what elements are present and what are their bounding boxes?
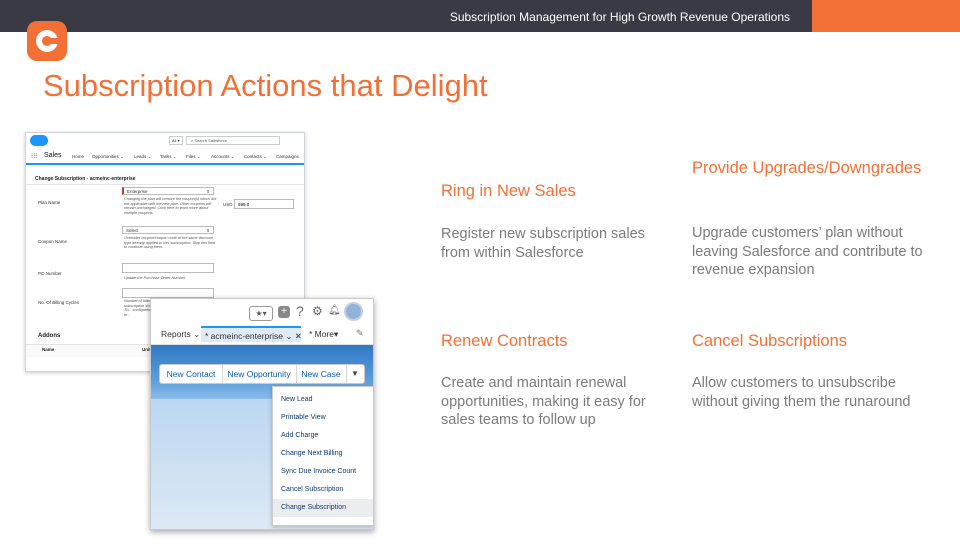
po-number-help: Update the Purchase Order Number.: [124, 276, 186, 280]
nav-item-accounts[interactable]: Accounts ⌄: [211, 154, 235, 160]
addons-section-title: Addons: [38, 333, 61, 339]
feature-title-renew: Renew Contracts: [441, 332, 568, 350]
billing-cycles-input[interactable]: [122, 288, 214, 298]
global-actions-plus-icon[interactable]: +: [278, 306, 290, 318]
menu-item-add-charge[interactable]: Add Charge: [273, 427, 373, 445]
nav-item-home[interactable]: Home: [72, 154, 84, 159]
tab-acmeinc-enterprise[interactable]: * acmeinc-enterprise ⌄ ✕: [201, 326, 302, 342]
app-launcher-icon[interactable]: ⁝⁝⁝: [31, 152, 38, 160]
action-button-group: New Contact New Opportunity New Case ▼: [159, 364, 365, 384]
setup-gear-icon[interactable]: ⚙: [312, 304, 323, 318]
avatar[interactable]: [344, 302, 363, 321]
new-case-button[interactable]: New Case: [296, 365, 347, 383]
menu-item-change-next-billing[interactable]: Change Next Billing: [273, 445, 373, 463]
salesforce-nav-bar: ⁝⁝⁝ Sales Home Opportunities ⌄ Leads ⌄ T…: [26, 149, 304, 165]
edit-pencil-icon[interactable]: ✎: [356, 328, 364, 339]
new-opportunity-button[interactable]: New Opportunity: [222, 365, 297, 383]
salesforce-global-header: All ▾ ⌕ Search Salesforce: [26, 133, 304, 147]
plan-name-label: Plan Name: [38, 200, 61, 205]
utility-bar: ★▾ + ? ⚙ 🔔︎: [151, 299, 373, 324]
favorites-star-icon[interactable]: ★▾: [249, 306, 273, 321]
feature-desc-new-sales: Register new subscription sales from wit…: [441, 226, 645, 261]
coupon-select[interactable]: Select ⇕: [122, 226, 214, 234]
menu-item-printable-view[interactable]: Printable View: [273, 409, 373, 427]
tab-more[interactable]: * More▾: [309, 329, 338, 340]
nav-item-files[interactable]: Files ⌄: [186, 154, 201, 160]
feature-title-new-sales: Ring in New Sales: [441, 182, 576, 200]
banner-title: Subscription Management for High Growth …: [449, 10, 790, 24]
menu-item-sync-due-invoice-count[interactable]: Sync Due Invoice Count: [273, 463, 373, 481]
menu-item-cancel-subscription[interactable]: Cancel Subscription: [273, 481, 373, 499]
nav-item-contacts[interactable]: Contacts ⌄: [244, 154, 267, 160]
slide-heading: Subscription Actions that Delight: [43, 68, 488, 103]
menu-item-change-subscription[interactable]: Change Subscription: [273, 499, 373, 517]
menu-item-new-lead[interactable]: New Lead: [273, 391, 373, 409]
tab-bar: Reports ⌄ * acmeinc-enterprise ⌄ ✕ * Mor…: [151, 324, 373, 345]
search-scope-select[interactable]: All ▾: [169, 136, 183, 145]
nav-item-opportunities[interactable]: Opportunities ⌄: [92, 154, 124, 160]
billing-cycles-label: No. Of Billing Cycles: [38, 300, 80, 305]
feature-desc-renew: Create and maintain renewal opportunitie…: [441, 375, 646, 428]
help-icon[interactable]: ?: [296, 303, 304, 319]
plan-name-select[interactable]: Enterprise ⇕: [122, 187, 214, 195]
app-name: Sales: [44, 152, 62, 159]
salesforce-cloud-icon: [30, 135, 48, 146]
divider: [26, 184, 304, 185]
feature-title-cancel: Cancel Subscriptions: [692, 332, 847, 350]
more-actions-chevron-down-icon[interactable]: ▼: [346, 365, 364, 383]
top-banner: Subscription Management for High Growth …: [0, 0, 960, 32]
new-contact-button[interactable]: New Contact: [160, 365, 223, 383]
salesforce-actions-menu-screenshot: ★▾ + ? ⚙ 🔔︎ Reports ⌄ * acmeinc-enterpri…: [150, 298, 374, 530]
po-number-label: PO Number: [38, 271, 62, 276]
chargebee-c-logo-icon: [27, 21, 67, 61]
nav-item-leads[interactable]: Leads ⌄: [134, 154, 151, 160]
coupon-name-label: Coupon Name: [38, 239, 68, 244]
currency-label: USD: [223, 202, 233, 207]
notifications-bell-icon[interactable]: 🔔︎: [328, 305, 341, 316]
column-header-name: Name: [42, 347, 55, 352]
coupon-help: Overrides coupon/coupon code of the same…: [124, 236, 215, 249]
nav-item-campaigns[interactable]: Campaigns: [276, 154, 299, 159]
feature-desc-upgrades: Upgrade customers’ plan without leaving …: [692, 225, 923, 278]
search-input[interactable]: ⌕ Search Salesforce: [186, 136, 280, 145]
actions-dropdown-menu: New Lead Printable View Add Charge Chang…: [272, 386, 373, 526]
banner-accent: [812, 0, 960, 32]
nav-item-tasks[interactable]: Tasks ⌄: [160, 154, 177, 160]
tab-reports[interactable]: Reports ⌄: [161, 329, 200, 340]
amount-input[interactable]: 699.0: [234, 199, 294, 209]
feature-title-upgrades: Provide Upgrades/Downgrades: [692, 159, 922, 177]
po-number-input[interactable]: [122, 263, 214, 273]
feature-desc-cancel: Allow customers to unsubscribe without g…: [692, 375, 911, 410]
page-title: Change Subscription - acmeinc-enterprise: [35, 176, 136, 182]
plan-name-help: Changing the plan will remove the coupon…: [124, 197, 217, 215]
